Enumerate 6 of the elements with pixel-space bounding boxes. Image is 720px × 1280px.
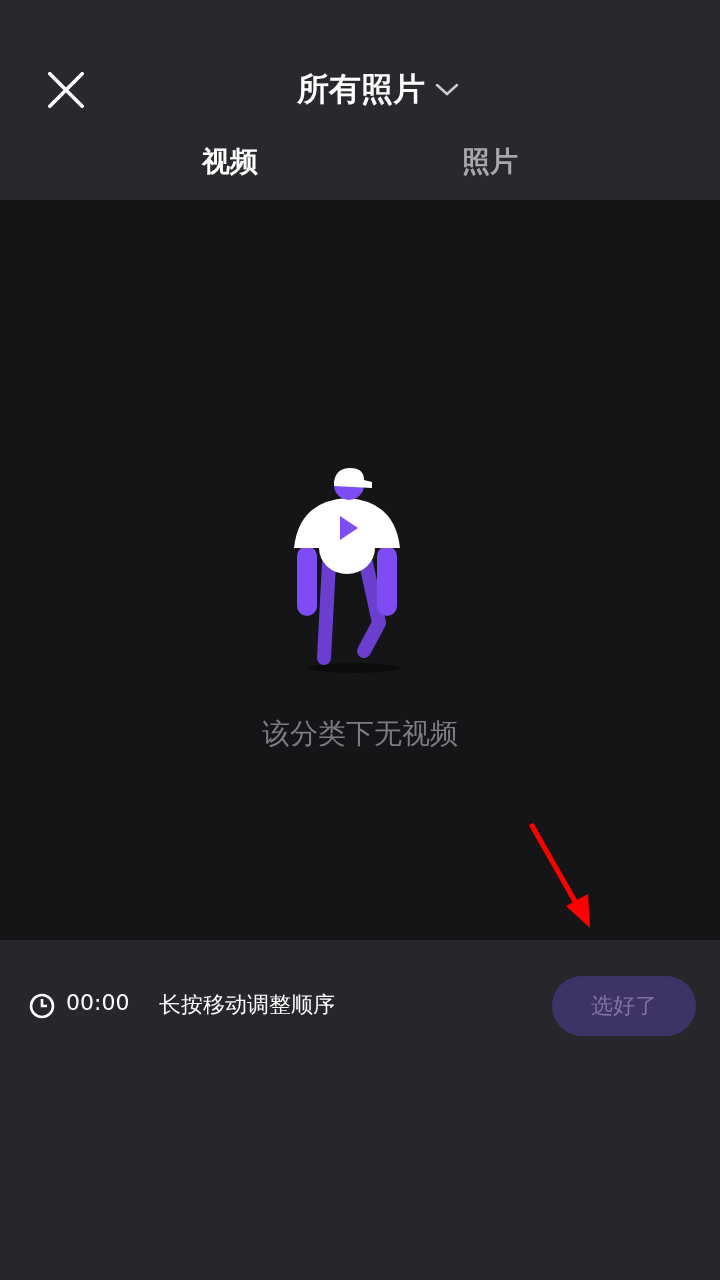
reorder-hint: 长按移动调整顺序 <box>159 991 336 1019</box>
media-tab[interactable]: 视频 <box>100 132 360 192</box>
duration-text: 00:00 <box>66 990 130 1015</box>
media-tab[interactable]: 照片 <box>360 132 620 192</box>
album-title[interactable]: 所有照片 <box>297 68 425 112</box>
empty-message: 该分类下无视频 <box>262 716 458 752</box>
